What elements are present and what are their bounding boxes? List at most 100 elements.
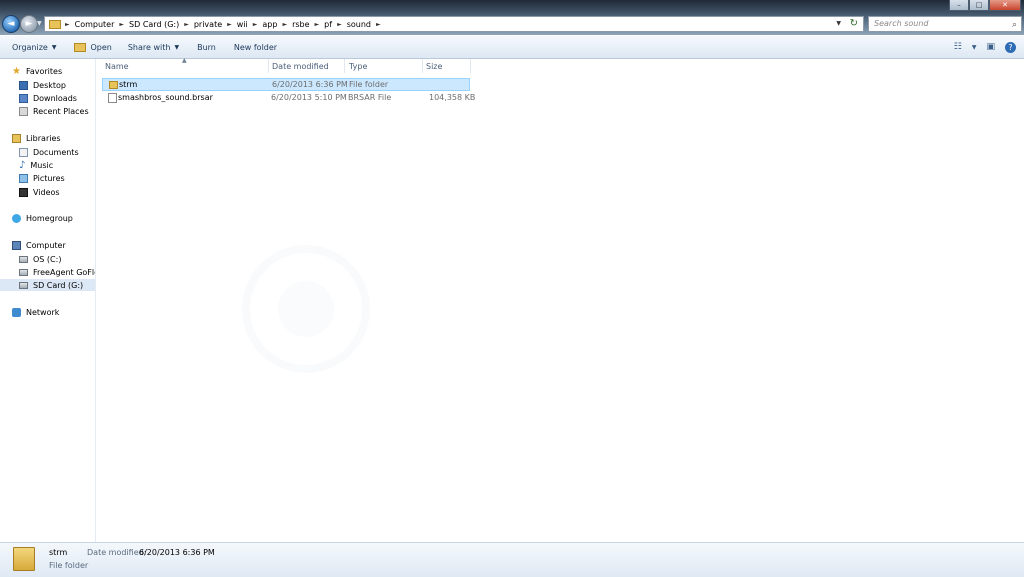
change-view-icon[interactable]: ☷ xyxy=(954,42,962,52)
file-type: File folder xyxy=(349,80,389,89)
file-name: smashbros_sound.brsar xyxy=(118,93,213,102)
file-size: 104,358 KB xyxy=(429,93,476,102)
column-divider[interactable] xyxy=(470,59,471,73)
open-folder-icon xyxy=(74,42,87,52)
search-placeholder: Search sound xyxy=(874,19,929,28)
breadcrumb-app[interactable]: app ► xyxy=(262,20,292,29)
computer-icon xyxy=(12,240,21,250)
burn-button[interactable]: Burn xyxy=(197,43,216,52)
help-icon[interactable]: ? xyxy=(1005,41,1016,53)
breadcrumb-private[interactable]: private ► xyxy=(194,20,237,29)
drive-icon xyxy=(19,281,28,289)
nav-libraries[interactable]: Libraries xyxy=(12,132,61,144)
open-button[interactable]: Open xyxy=(74,42,112,52)
nav-item-music[interactable]: ♪ Music xyxy=(19,159,53,171)
navigation-pane: ★ Favorites Desktop Downloads Recent Pla… xyxy=(0,59,96,542)
chevron-right-icon: ► xyxy=(314,20,320,28)
nav-homegroup[interactable]: Homegroup xyxy=(12,212,73,224)
music-icon: ♪ xyxy=(19,159,26,171)
view-controls: ☷ ▼ ▣ ? xyxy=(954,36,1024,58)
recent-pages-dropdown[interactable]: ▼ xyxy=(37,20,42,27)
new-folder-button[interactable]: New folder xyxy=(234,43,277,52)
star-icon: ★ xyxy=(12,65,21,77)
folder-icon xyxy=(109,81,118,89)
breadcrumb-pf[interactable]: pf ► xyxy=(324,20,347,29)
nav-item-recent-places[interactable]: Recent Places xyxy=(19,105,89,117)
share-with-button[interactable]: Share with ▼ xyxy=(128,43,179,52)
file-list: ▲ Name Date modified Type Size strm 6/20… xyxy=(96,57,1024,542)
drive-icon xyxy=(19,255,28,263)
breadcrumb-rsbe[interactable]: rsbe ► xyxy=(292,20,324,29)
file-date-modified: 6/20/2013 5:10 PM xyxy=(271,93,347,102)
file-icon xyxy=(108,93,117,103)
sort-ascending-icon: ▲ xyxy=(182,57,187,64)
window-controls: – □ ✕ xyxy=(949,0,1021,11)
breadcrumb-wii[interactable]: wii ► xyxy=(237,20,263,29)
chevron-right-icon: ► xyxy=(119,20,125,28)
nav-item-sd-card[interactable]: SD Card (G:) xyxy=(0,279,95,291)
desktop-icon xyxy=(19,80,28,90)
breadcrumb-sd-card[interactable]: SD Card (G:) ► xyxy=(129,20,194,29)
breadcrumb-root-chevron[interactable]: ► xyxy=(65,21,75,28)
table-row[interactable]: strm 6/20/2013 6:36 PM File folder xyxy=(102,78,470,91)
documents-icon xyxy=(19,147,28,157)
file-name: strm xyxy=(119,80,138,89)
nav-item-videos[interactable]: Videos xyxy=(19,186,60,198)
nav-item-documents[interactable]: Documents xyxy=(19,146,79,158)
column-divider[interactable] xyxy=(268,59,269,73)
breadcrumb-sound[interactable]: sound ► xyxy=(347,20,386,29)
forward-arrow-icon: ► xyxy=(25,19,33,29)
back-arrow-icon: ◄ xyxy=(7,19,15,29)
nav-item-os-c[interactable]: OS (C:) xyxy=(19,253,61,265)
search-input[interactable]: Search sound ⌕ xyxy=(868,16,1022,32)
breadcrumb-computer[interactable]: Computer ► xyxy=(75,20,129,29)
nav-item-pictures[interactable]: Pictures xyxy=(19,172,65,184)
column-header-type[interactable]: Type xyxy=(349,62,367,71)
libraries-icon xyxy=(12,133,21,143)
videos-icon xyxy=(19,187,28,197)
nav-item-downloads[interactable]: Downloads xyxy=(19,92,77,104)
minimize-button[interactable]: – xyxy=(949,0,969,11)
back-button[interactable]: ◄ xyxy=(2,15,20,33)
column-divider[interactable] xyxy=(344,59,345,73)
nav-computer[interactable]: Computer xyxy=(12,239,66,251)
column-header-name[interactable]: Name xyxy=(105,62,129,71)
view-dropdown-icon[interactable]: ▼ xyxy=(972,44,977,51)
details-name: strm xyxy=(49,548,68,557)
file-type: BRSAR File xyxy=(348,93,392,102)
close-button[interactable]: ✕ xyxy=(989,0,1021,11)
file-date-modified: 6/20/2013 6:36 PM xyxy=(272,80,348,89)
search-icon[interactable]: ⌕ xyxy=(1012,18,1017,32)
column-headers: ▲ Name Date modified Type Size xyxy=(96,57,1024,74)
chevron-right-icon: ► xyxy=(65,20,70,28)
details-pane: strm File folder Date modified: 6/20/201… xyxy=(0,542,1024,577)
nav-favorites[interactable]: ★ Favorites xyxy=(12,65,62,77)
nav-item-desktop[interactable]: Desktop xyxy=(19,79,66,91)
command-bar: Organize ▼ Open Share with ▼ Burn New fold… xyxy=(0,36,1024,59)
downloads-icon xyxy=(19,93,28,103)
column-header-size[interactable]: Size xyxy=(426,62,442,71)
chevron-right-icon: ► xyxy=(227,20,232,28)
column-divider[interactable] xyxy=(422,59,423,73)
window-title-bar: – □ ✕ ◄ ► ▼ ► Computer ► SD Card (G:) ► pr… xyxy=(0,0,1024,35)
chevron-right-icon: ► xyxy=(282,20,288,28)
chevron-right-icon: ► xyxy=(252,20,258,28)
address-bar[interactable]: ► Computer ► SD Card (G:) ► private ► wii ► … xyxy=(44,16,864,32)
maximize-button[interactable]: □ xyxy=(969,0,989,11)
details-date-modified-label: Date modified: xyxy=(87,548,147,557)
nav-network[interactable]: Network xyxy=(12,306,59,318)
photobucket-watermark xyxy=(242,245,370,373)
network-icon xyxy=(12,307,21,317)
homegroup-icon xyxy=(12,213,21,223)
drive-icon xyxy=(19,268,28,276)
organize-button[interactable]: Organize ▼ xyxy=(12,43,56,52)
preview-pane-icon[interactable]: ▣ xyxy=(986,42,995,52)
refresh-icon[interactable]: ↻ xyxy=(850,18,858,29)
address-dropdown-button[interactable]: ▼ xyxy=(836,20,841,27)
nav-item-freeagent-goflex[interactable]: FreeAgent GoFlex xyxy=(19,266,95,278)
table-row[interactable]: smashbros_sound.brsar 6/20/2013 5:10 PM … xyxy=(102,92,475,105)
forward-button[interactable]: ► xyxy=(20,15,38,33)
chevron-down-icon: ▼ xyxy=(174,43,180,51)
folder-icon xyxy=(13,547,35,571)
column-header-date-modified[interactable]: Date modified xyxy=(272,62,329,71)
